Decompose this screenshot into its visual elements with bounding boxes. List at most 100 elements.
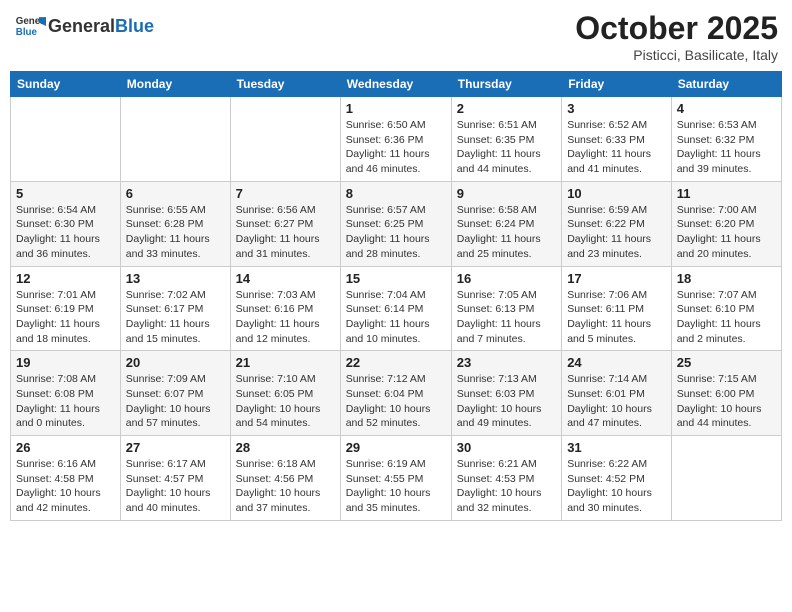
day-number: 13 — [126, 271, 225, 286]
calendar-body: 1Sunrise: 6:50 AM Sunset: 6:36 PM Daylig… — [11, 97, 782, 521]
title-block: October 2025 Pisticci, Basilicate, Italy — [575, 10, 778, 63]
calendar-cell: 3 Sunrise: 6:52 AM Sunset: 6:33 PM Daylig… — [562, 97, 672, 182]
calendar-cell: 31 Sunrise: 6:22 AM Sunset: 4:52 PM Dayli… — [562, 436, 672, 521]
calendar-cell: 16 Sunrise: 7:05 AM Sunset: 6:13 PM Dayli… — [451, 266, 561, 351]
calendar-cell — [230, 97, 340, 182]
day-number: 10 — [567, 186, 666, 201]
col-saturday: Saturday — [671, 72, 781, 97]
calendar-cell: 20Sunrise: 7:09 AM Sunset: 6:07 PM Dayli… — [120, 351, 230, 436]
location-subtitle: Pisticci, Basilicate, Italy — [575, 47, 778, 63]
calendar-cell — [671, 436, 781, 521]
calendar-cell: 30 Sunrise: 6:21 AM Sunset: 4:53 PM Dayli… — [451, 436, 561, 521]
calendar-cell: 2 Sunrise: 6:51 AM Sunset: 6:35 PM Daylig… — [451, 97, 561, 182]
col-tuesday: Tuesday — [230, 72, 340, 97]
calendar-week-row: 26Sunrise: 6:16 AM Sunset: 4:58 PM Dayli… — [11, 436, 782, 521]
day-number: 16 — [457, 271, 556, 286]
day-number: 4 — [677, 101, 776, 116]
col-thursday: Thursday — [451, 72, 561, 97]
day-number: 11 — [677, 186, 776, 201]
month-title: October 2025 — [575, 10, 778, 47]
day-number: 31 — [567, 440, 666, 455]
day-number: 9 — [457, 186, 556, 201]
day-number: 28 — [236, 440, 335, 455]
calendar-cell: 14 Sunrise: 7:03 AM Sunset: 6:16 PM Dayli… — [230, 266, 340, 351]
day-info: Sunrise: 6:17 AM Sunset: 4:57 PM Dayligh… — [126, 457, 225, 516]
calendar-table: Sunday Monday Tuesday Wednesday Thursday… — [10, 71, 782, 521]
day-number: 30 — [457, 440, 556, 455]
day-number: 23 — [457, 355, 556, 370]
day-number: 29 — [346, 440, 446, 455]
calendar-cell: 18 Sunrise: 7:07 AM Sunset: 6:10 PM Dayli… — [671, 266, 781, 351]
col-wednesday: Wednesday — [340, 72, 451, 97]
day-number: 15 — [346, 271, 446, 286]
day-number: 3 — [567, 101, 666, 116]
day-number: 20 — [126, 355, 225, 370]
day-info: Sunrise: 6:22 AM Sunset: 4:52 PM Dayligh… — [567, 457, 666, 516]
day-info: Sunrise: 6:53 AM Sunset: 6:32 PM Dayligh… — [677, 118, 776, 177]
calendar-week-row: 1Sunrise: 6:50 AM Sunset: 6:36 PM Daylig… — [11, 97, 782, 182]
day-info: Sunrise: 7:03 AM Sunset: 6:16 PM Dayligh… — [236, 288, 335, 347]
day-number: 14 — [236, 271, 335, 286]
day-info: Sunrise: 7:10 AM Sunset: 6:05 PM Dayligh… — [236, 372, 335, 431]
col-monday: Monday — [120, 72, 230, 97]
calendar-cell: 23Sunrise: 7:13 AM Sunset: 6:03 PM Dayli… — [451, 351, 561, 436]
calendar-cell: 28 Sunrise: 6:18 AM Sunset: 4:56 PM Dayli… — [230, 436, 340, 521]
day-info: Sunrise: 7:04 AM Sunset: 6:14 PM Dayligh… — [346, 288, 446, 347]
day-number: 22 — [346, 355, 446, 370]
day-number: 21 — [236, 355, 335, 370]
day-info: Sunrise: 6:19 AM Sunset: 4:55 PM Dayligh… — [346, 457, 446, 516]
calendar-cell: 9 Sunrise: 6:58 AM Sunset: 6:24 PM Daylig… — [451, 181, 561, 266]
day-info: Sunrise: 7:01 AM Sunset: 6:19 PM Dayligh… — [16, 288, 115, 347]
day-info: Sunrise: 6:18 AM Sunset: 4:56 PM Dayligh… — [236, 457, 335, 516]
calendar-cell — [11, 97, 121, 182]
day-info: Sunrise: 7:05 AM Sunset: 6:13 PM Dayligh… — [457, 288, 556, 347]
day-info: Sunrise: 6:59 AM Sunset: 6:22 PM Dayligh… — [567, 203, 666, 262]
day-info: Sunrise: 7:00 AM Sunset: 6:20 PM Dayligh… — [677, 203, 776, 262]
day-number: 7 — [236, 186, 335, 201]
calendar-cell: 10 Sunrise: 6:59 AM Sunset: 6:22 PM Dayli… — [562, 181, 672, 266]
day-info: Sunrise: 7:12 AM Sunset: 6:04 PM Dayligh… — [346, 372, 446, 431]
day-info: Sunrise: 6:51 AM Sunset: 6:35 PM Dayligh… — [457, 118, 556, 177]
day-number: 24 — [567, 355, 666, 370]
day-info: Sunrise: 6:52 AM Sunset: 6:33 PM Dayligh… — [567, 118, 666, 177]
day-info: Sunrise: 6:58 AM Sunset: 6:24 PM Dayligh… — [457, 203, 556, 262]
logo: General Blue GeneralBlue — [14, 10, 154, 42]
calendar-cell: 5Sunrise: 6:54 AM Sunset: 6:30 PM Daylig… — [11, 181, 121, 266]
day-info: Sunrise: 7:02 AM Sunset: 6:17 PM Dayligh… — [126, 288, 225, 347]
day-info: Sunrise: 7:07 AM Sunset: 6:10 PM Dayligh… — [677, 288, 776, 347]
day-number: 2 — [457, 101, 556, 116]
day-number: 8 — [346, 186, 446, 201]
day-number: 26 — [16, 440, 115, 455]
calendar-week-row: 5Sunrise: 6:54 AM Sunset: 6:30 PM Daylig… — [11, 181, 782, 266]
day-number: 18 — [677, 271, 776, 286]
day-number: 27 — [126, 440, 225, 455]
calendar-cell: 22 Sunrise: 7:12 AM Sunset: 6:04 PM Dayli… — [340, 351, 451, 436]
calendar-cell: 26Sunrise: 6:16 AM Sunset: 4:58 PM Dayli… — [11, 436, 121, 521]
day-info: Sunrise: 6:56 AM Sunset: 6:27 PM Dayligh… — [236, 203, 335, 262]
col-sunday: Sunday — [11, 72, 121, 97]
day-number: 12 — [16, 271, 115, 286]
calendar-cell: 17Sunrise: 7:06 AM Sunset: 6:11 PM Dayli… — [562, 266, 672, 351]
col-friday: Friday — [562, 72, 672, 97]
day-number: 5 — [16, 186, 115, 201]
calendar-cell: 11 Sunrise: 7:00 AM Sunset: 6:20 PM Dayli… — [671, 181, 781, 266]
day-info: Sunrise: 6:55 AM Sunset: 6:28 PM Dayligh… — [126, 203, 225, 262]
calendar-cell: 6 Sunrise: 6:55 AM Sunset: 6:28 PM Daylig… — [120, 181, 230, 266]
day-info: Sunrise: 7:06 AM Sunset: 6:11 PM Dayligh… — [567, 288, 666, 347]
page-header: General Blue GeneralBlue October 2025 Pi… — [10, 10, 782, 63]
calendar-week-row: 19Sunrise: 7:08 AM Sunset: 6:08 PM Dayli… — [11, 351, 782, 436]
calendar-cell: 13 Sunrise: 7:02 AM Sunset: 6:17 PM Dayli… — [120, 266, 230, 351]
day-info: Sunrise: 7:08 AM Sunset: 6:08 PM Dayligh… — [16, 372, 115, 431]
calendar-cell: 1Sunrise: 6:50 AM Sunset: 6:36 PM Daylig… — [340, 97, 451, 182]
day-info: Sunrise: 6:21 AM Sunset: 4:53 PM Dayligh… — [457, 457, 556, 516]
day-number: 6 — [126, 186, 225, 201]
calendar-cell: 19Sunrise: 7:08 AM Sunset: 6:08 PM Dayli… — [11, 351, 121, 436]
day-number: 25 — [677, 355, 776, 370]
logo-icon: General Blue — [14, 10, 46, 42]
calendar-header: Sunday Monday Tuesday Wednesday Thursday… — [11, 72, 782, 97]
day-info: Sunrise: 7:14 AM Sunset: 6:01 PM Dayligh… — [567, 372, 666, 431]
day-info: Sunrise: 7:15 AM Sunset: 6:00 PM Dayligh… — [677, 372, 776, 431]
day-info: Sunrise: 6:50 AM Sunset: 6:36 PM Dayligh… — [346, 118, 446, 177]
calendar-cell: 24 Sunrise: 7:14 AM Sunset: 6:01 PM Dayli… — [562, 351, 672, 436]
logo-text: GeneralBlue — [48, 16, 154, 37]
